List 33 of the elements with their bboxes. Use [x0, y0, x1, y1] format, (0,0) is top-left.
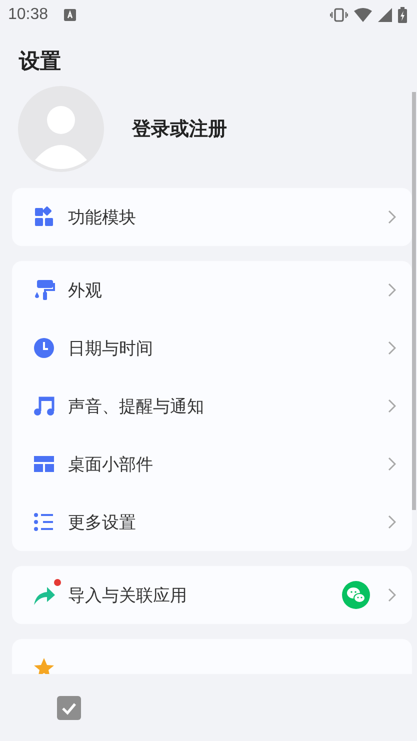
settings-item[interactable]: 更多设置 — [68, 510, 136, 534]
grid-icon — [33, 206, 55, 228]
scrollbar-thumb[interactable] — [412, 92, 416, 510]
clock-icon — [33, 337, 55, 359]
avatar-icon — [18, 86, 104, 172]
battery-icon — [398, 7, 407, 23]
page-title: 设置 — [19, 48, 62, 75]
settings-item[interactable]: 导入与关联应用 — [68, 584, 187, 606]
music-note-icon — [33, 395, 55, 417]
layout-icon — [33, 453, 55, 475]
chevron-right-icon — [388, 588, 396, 602]
list-icon — [33, 511, 55, 533]
keyboard-icon — [64, 9, 76, 21]
star-icon — [33, 657, 55, 674]
status-time: 10:38 — [8, 6, 48, 24]
chevron-right-icon — [388, 457, 396, 471]
paint-roller-icon — [33, 279, 55, 301]
login-row[interactable]: 登录或注册 — [18, 86, 412, 172]
settings-item[interactable]: 外观 — [68, 278, 102, 302]
chevron-right-icon — [388, 515, 396, 529]
chevron-right-icon — [388, 283, 396, 297]
settings-item[interactable]: 功能模块 — [68, 206, 136, 228]
checkbox-icon[interactable] — [57, 696, 81, 720]
chevron-right-icon — [388, 399, 396, 413]
chevron-right-icon — [388, 341, 396, 355]
vibrate-icon — [330, 8, 348, 22]
settings-item[interactable]: 桌面小部件 — [68, 452, 153, 476]
settings-item[interactable]: 日期与时间 — [68, 336, 153, 360]
signal-icon — [378, 8, 392, 22]
chevron-right-icon — [388, 210, 396, 224]
wifi-icon — [354, 8, 372, 22]
share-arrow-icon — [33, 584, 55, 606]
settings-item[interactable]: 声音、提醒与通知 — [68, 394, 204, 418]
